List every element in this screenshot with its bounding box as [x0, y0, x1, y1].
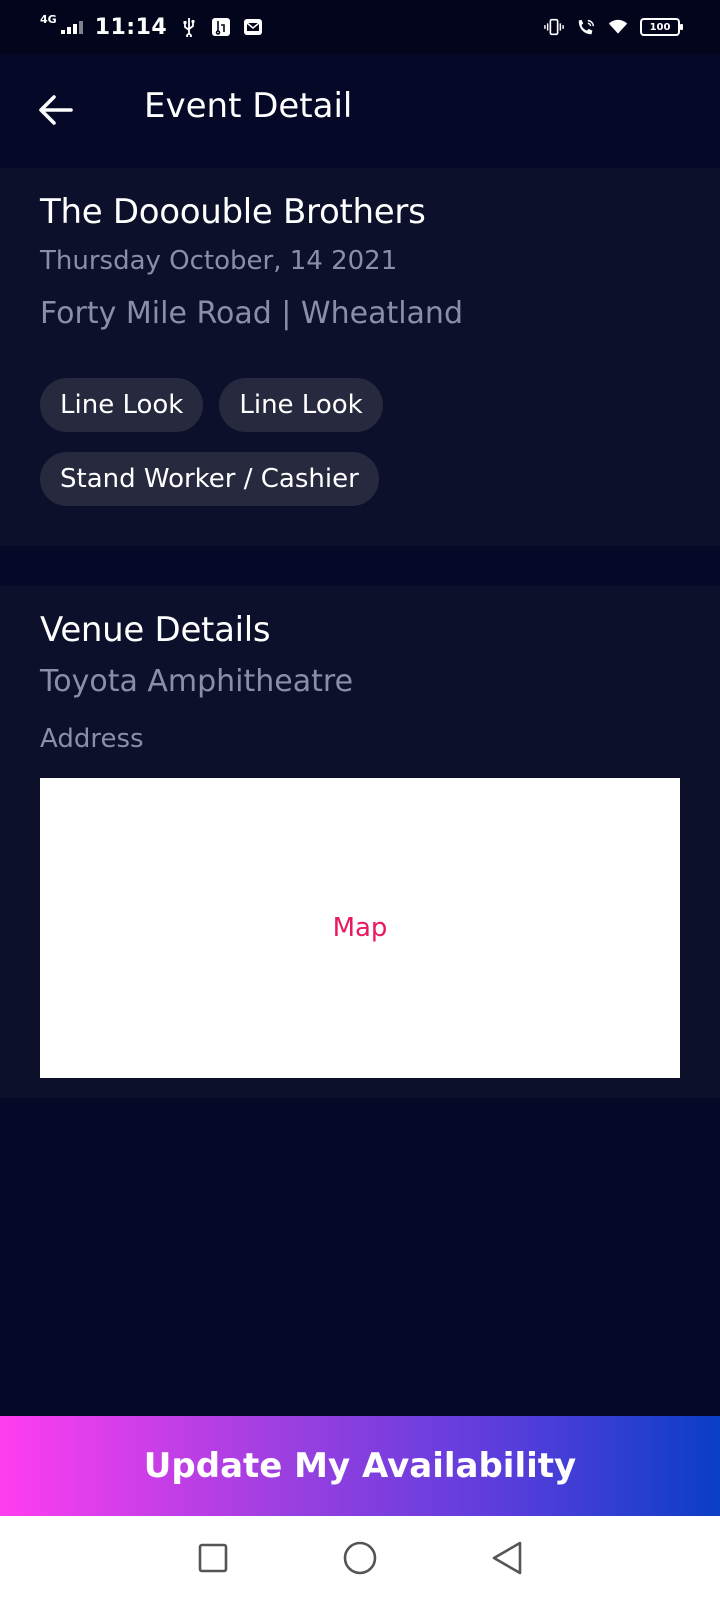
- tag-list: Line Look Line Look Stand Worker / Cashi…: [40, 378, 680, 506]
- back-button[interactable]: [36, 90, 76, 130]
- arrow-left-icon: [39, 95, 73, 125]
- system-back-button[interactable]: [483, 1534, 531, 1582]
- status-right: 100: [544, 17, 683, 37]
- status-left: 4G 11:14: [40, 12, 263, 40]
- page-title: Event Detail: [144, 86, 353, 126]
- triangle-back-icon: [492, 1541, 521, 1575]
- map-view[interactable]: Map: [40, 778, 680, 1078]
- square-icon: [199, 1543, 228, 1573]
- battery-icon: 100: [640, 18, 683, 36]
- clock: 11:14: [94, 14, 168, 40]
- signal-icon: [60, 20, 83, 34]
- system-nav-bar: [0, 1516, 720, 1600]
- tag-chip: Line Look: [40, 378, 204, 432]
- mail-icon: [243, 17, 263, 37]
- update-availability-button[interactable]: Update My Availability: [0, 1416, 720, 1516]
- venue-section-title: Venue Details: [40, 610, 271, 650]
- event-date: Thursday October, 14 2021: [40, 246, 398, 276]
- address-label: Address: [40, 724, 144, 754]
- venue-card: Venue Details Toyota Amphitheatre Addres…: [0, 586, 720, 1098]
- vibrate-icon: [544, 17, 564, 37]
- venue-name: Toyota Amphitheatre: [40, 664, 354, 699]
- usb-debug-icon: [211, 17, 231, 37]
- tag-chip: Stand Worker / Cashier: [40, 452, 379, 506]
- usb-icon: [179, 17, 199, 37]
- network-type: 4G: [40, 12, 57, 26]
- recents-button[interactable]: [189, 1534, 237, 1582]
- event-title: The Dooouble Brothers: [40, 192, 426, 232]
- map-label: Map: [332, 913, 388, 943]
- app-header: Event Detail: [0, 54, 720, 166]
- update-availability-label: Update My Availability: [143, 1446, 577, 1486]
- event-location: Forty Mile Road | Wheatland: [40, 296, 463, 331]
- circle-icon: [343, 1541, 377, 1575]
- event-card: The Dooouble Brothers Thursday October, …: [0, 168, 720, 546]
- tag-chip: Line Look: [219, 378, 383, 432]
- wifi-icon: [608, 17, 628, 37]
- home-button[interactable]: [336, 1534, 384, 1582]
- wifi-call-icon: [576, 17, 596, 37]
- status-bar: 4G 11:14 100: [0, 0, 720, 54]
